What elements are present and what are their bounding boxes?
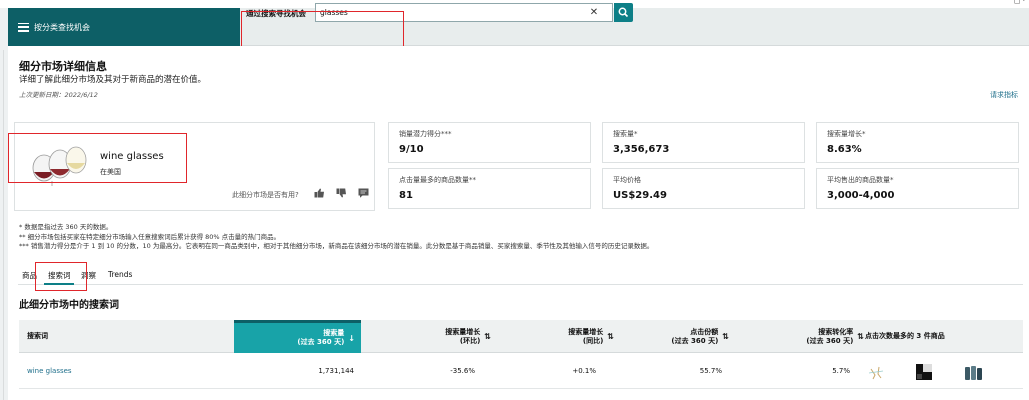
tab-bar: 商品 搜索词 洞察 Trends: [18, 266, 1023, 285]
thumbs-down-icon[interactable]: [336, 188, 347, 198]
category-menu-label: 按分类查找机会: [34, 22, 90, 32]
cell-click-share: 55.7%: [699, 367, 722, 375]
product-thumbnail[interactable]: [865, 361, 889, 383]
metric-average-units-sold: 平均售出的商品数量* 3,000-4,000: [816, 168, 1019, 209]
search-terms-table: 搜索词 搜索量 (过去 360 天) ↓ 搜索量增长 (环比) ⇅ 搜索量增长 (同比…: [19, 320, 1023, 400]
cell-search-growth-yoy: +0.1%: [572, 367, 596, 375]
footnote: * 数据是指过去 360 天的数据。: [19, 223, 113, 231]
cell-search-growth: -35.6%: [450, 367, 475, 375]
useful-prompt: 此细分市场是否有用?: [232, 191, 299, 199]
metric-label: 平均售出的商品数量*: [827, 176, 894, 184]
col-search-growth[interactable]: 搜索量增长 (环比) ⇅: [369, 320, 491, 353]
request-metrics-link[interactable]: 请求指标: [990, 90, 1018, 100]
cell-conversion-rate: 5.7%: [832, 367, 850, 375]
footnote: *** 销售潜力得分是介于 1 到 10 的分数，10 为最高分。它表明在同一商…: [19, 242, 654, 250]
clear-icon[interactable]: ✕: [586, 7, 602, 18]
metric-label: 搜索量增长*: [827, 130, 866, 138]
metric-search-growth: 搜索量增长* 8.63%: [816, 122, 1019, 163]
footnotes: * 数据是指过去 360 天的数据。 ** 细分市场包括买家在特定细分市场输入任…: [19, 223, 653, 252]
left-edge-strip: [0, 50, 4, 400]
col-search-volume[interactable]: 搜索量 (过去 360 天) ↓: [234, 320, 361, 353]
sort-icon: ⇅: [857, 332, 864, 341]
tab-trends[interactable]: Trends: [108, 270, 132, 279]
sort-icon: ⇅: [607, 332, 614, 341]
sort-desc-icon: ↓: [348, 333, 355, 343]
footnote: ** 细分市场包括买家在特定细分市场输入任意搜索词后累计获得 80% 点击量的热…: [19, 232, 281, 241]
col-search-growth-yoy[interactable]: 搜索量增长 (同比) ⇅: [499, 320, 614, 353]
search-icon: [618, 7, 629, 18]
col-conversion-rate[interactable]: 搜索转化率 (过去 360 天) ⇅: [739, 320, 864, 353]
sort-icon: ⇅: [484, 332, 491, 341]
metric-value: 81: [399, 190, 413, 201]
col-search-term[interactable]: 搜索词: [27, 320, 127, 353]
metric-value: US$29.49: [613, 190, 667, 201]
metric-label: 销量潜力得分***: [399, 130, 452, 138]
metric-value: 9/10: [399, 144, 424, 155]
metric-value: 8.63%: [827, 144, 862, 155]
section-title: 此细分市场中的搜索词: [19, 300, 119, 311]
search-term-link[interactable]: wine glasses: [27, 353, 177, 389]
product-highlight-box: [8, 133, 187, 183]
cell-search-volume: 1,731,144: [318, 367, 354, 375]
last-updated: 上次更新日期：2022/6/12: [19, 91, 98, 99]
metric-average-price: 平均价格 US$29.49: [602, 168, 805, 209]
category-menu[interactable]: 按分类查找机会: [8, 8, 240, 46]
page-subtitle: 详细了解此细分市场及其对于新商品的潜在价值。: [19, 75, 207, 85]
product-thumbnail[interactable]: [912, 361, 936, 383]
search-button[interactable]: [614, 3, 633, 22]
table-header: 搜索词 搜索量 (过去 360 天) ↓ 搜索量增长 (环比) ⇅ 搜索量增长 (同比…: [19, 320, 1023, 353]
metric-label: 平均价格: [613, 176, 641, 184]
metric-sales-potential: 销量潜力得分*** 9/10: [388, 122, 591, 163]
metric-value: 3,356,673: [613, 144, 670, 155]
top-corner-fragment: ▢ ·: [1013, 0, 1025, 5]
page-title: 细分市场详细信息: [19, 60, 107, 73]
product-thumbnail[interactable]: [962, 361, 986, 383]
hamburger-icon[interactable]: [18, 22, 29, 32]
thumbs-up-icon[interactable]: [314, 188, 325, 198]
tab-highlight-box: [35, 262, 87, 291]
comment-icon[interactable]: [358, 188, 369, 198]
search-highlight-box: [241, 11, 404, 50]
col-click-share[interactable]: 点击份额 (过去 360 天) ⇅: [619, 320, 729, 353]
metric-top-clicked-count: 点击量最多的商品数量** 81: [388, 168, 591, 209]
metric-label: 点击量最多的商品数量**: [399, 176, 476, 184]
col-top-3-products: 点击次数最多的 3 件商品: [865, 332, 945, 340]
sort-icon: ⇅: [722, 332, 729, 341]
metric-value: 3,000-4,000: [827, 190, 895, 201]
metric-search-volume: 搜索量* 3,356,673: [602, 122, 805, 163]
metric-label: 搜索量*: [613, 130, 638, 138]
